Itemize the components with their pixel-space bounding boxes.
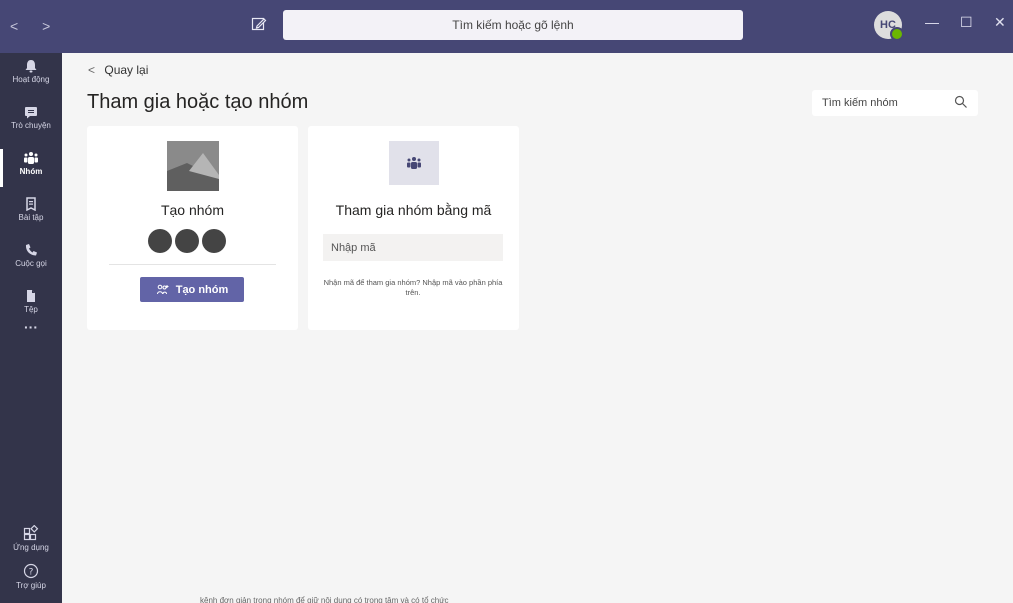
more-apps-button[interactable]: ··· <box>0 319 62 365</box>
bell-icon <box>25 60 37 73</box>
rail-item-calls[interactable]: Cuộc gọi <box>0 237 62 283</box>
rail-item-help[interactable]: ? Trợ giúp <box>0 557 62 603</box>
maximize-button[interactable]: ☐ <box>960 14 973 31</box>
member-avatars <box>148 229 226 253</box>
member-avatar <box>175 229 199 253</box>
rail-item-label: Nhóm <box>19 167 43 176</box>
search-icon[interactable] <box>954 95 968 109</box>
add-team-icon <box>156 284 169 294</box>
minimize-button[interactable]: — <box>925 14 939 30</box>
team-search-placeholder: Tìm kiếm nhóm <box>822 97 898 109</box>
rail-item-assignments[interactable]: Bài tập <box>0 191 62 237</box>
command-search-box[interactable]: Tìm kiếm hoặc gõ lệnh <box>283 10 743 40</box>
chevron-left-icon: < <box>88 63 96 77</box>
back-link[interactable]: < Quay lại <box>88 63 148 77</box>
chat-icon <box>25 107 37 119</box>
back-link-label: Quay lại <box>104 63 149 77</box>
command-search-placeholder: Tìm kiếm hoặc gõ lệnh <box>452 18 574 32</box>
app-bar: Hoạt động Trò chuyện Nhóm Bài tập Cuộc g… <box>0 53 62 603</box>
background-window-text: kênh đơn giản trong nhóm để giữ nội dung… <box>200 596 449 603</box>
team-code-placeholder: Nhập mã <box>331 241 376 254</box>
rail-item-label: Cuộc gọi <box>15 259 47 268</box>
create-team-card: Tạo nhóm Tạo nhóm <box>87 126 298 330</box>
rail-item-label: Hoạt động <box>12 75 50 84</box>
more-icon: ··· <box>24 319 38 335</box>
rail-item-teams[interactable]: Nhóm <box>0 145 62 191</box>
rail-item-label: Trợ giúp <box>16 581 46 590</box>
team-placeholder-image-icon <box>167 141 219 191</box>
rail-item-label: Tệp <box>24 305 38 314</box>
avatar[interactable]: HC <box>874 11 904 41</box>
title-bar: < > Tìm kiếm hoặc gõ lệnh HC — ☐ ✕ <box>0 0 1013 53</box>
create-team-button-label: Tạo nhóm <box>175 283 229 296</box>
divider <box>109 264 276 265</box>
member-avatar <box>148 229 172 253</box>
teams-icon <box>407 157 421 169</box>
file-icon <box>27 290 35 302</box>
assignments-icon <box>26 197 36 211</box>
team-code-input[interactable]: Nhập mã <box>323 234 503 261</box>
rail-item-label: Bài tập <box>18 213 44 222</box>
phone-icon <box>25 244 37 256</box>
back-arrow-button[interactable]: < <box>10 18 28 34</box>
rail-item-label: Trò chuyện <box>11 121 51 130</box>
team-search-input[interactable]: Tìm kiếm nhóm <box>812 90 978 116</box>
apps-icon <box>23 525 39 541</box>
rail-item-label: Ứng dụng <box>13 543 49 552</box>
presence-available-icon <box>890 27 904 41</box>
team-tile <box>389 141 439 185</box>
create-team-button[interactable]: Tạo nhóm <box>140 277 244 302</box>
rail-item-chat[interactable]: Trò chuyện <box>0 99 62 145</box>
main-content: < Quay lại Tham gia hoặc tạo nhóm Tìm ki… <box>62 53 1013 603</box>
compose-icon[interactable] <box>251 16 267 32</box>
rail-item-activity[interactable]: Hoạt động <box>0 53 62 99</box>
svg-text:?: ? <box>29 568 34 578</box>
forward-arrow-button[interactable]: > <box>42 18 60 34</box>
member-avatar <box>202 229 226 253</box>
join-hint-text: Nhận mã để tham gia nhóm? Nhập mã vào ph… <box>323 278 503 297</box>
join-team-title: Tham gia nhóm bằng mã <box>335 202 492 218</box>
create-team-title: Tạo nhóm <box>160 202 225 218</box>
history-nav: < > <box>10 18 60 34</box>
close-button[interactable]: ✕ <box>994 14 1006 31</box>
teams-icon <box>24 152 38 164</box>
join-team-card: Tham gia nhóm bằng mã Nhập mã Nhận mã để… <box>308 126 519 330</box>
page-title: Tham gia hoặc tạo nhóm <box>87 91 309 113</box>
help-icon: ? <box>23 563 39 579</box>
